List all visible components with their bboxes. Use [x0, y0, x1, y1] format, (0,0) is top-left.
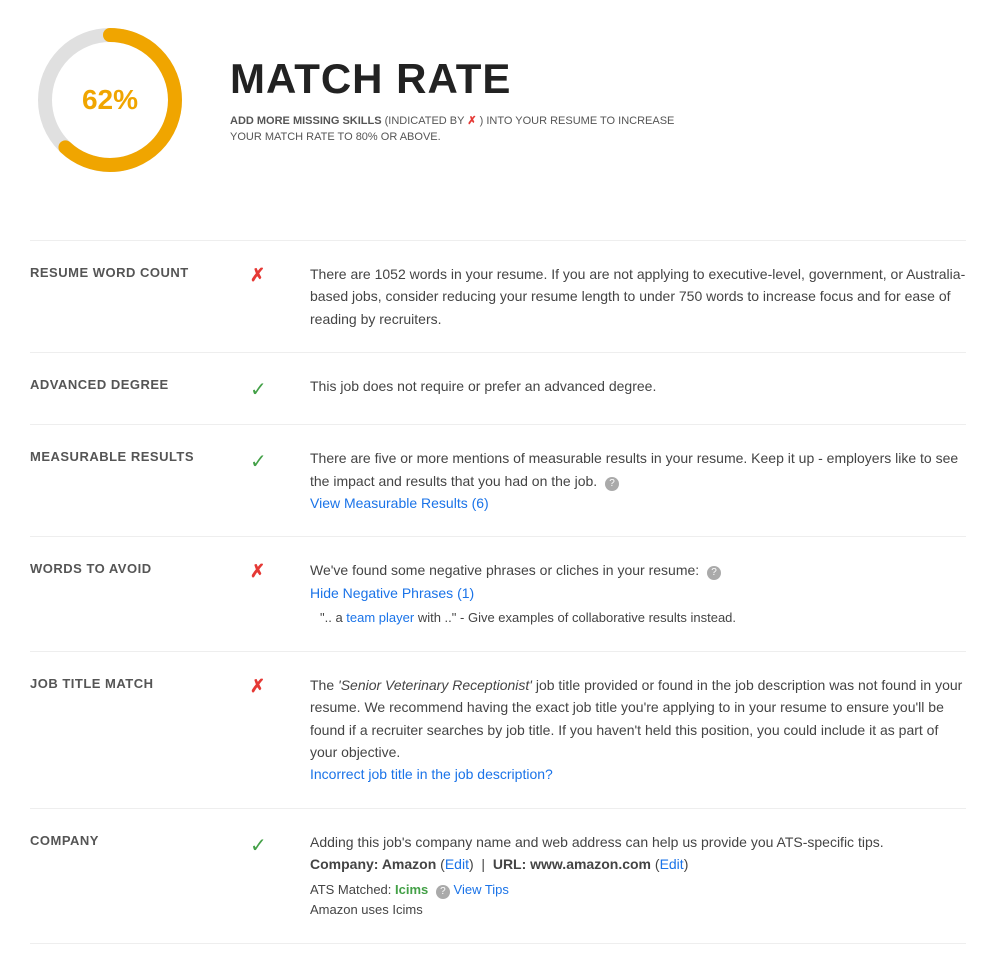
- content-advanced-degree: This job does not require or prefer an a…: [310, 375, 966, 397]
- row-measurable-results: MEASURABLE RESULTS ✓ There are five or m…: [30, 425, 966, 537]
- content-words-to-avoid: We've found some negative phrases or cli…: [310, 559, 966, 629]
- edit-company-link[interactable]: Edit: [445, 856, 469, 872]
- donut-chart: 62%: [30, 20, 190, 180]
- incorrect-job-title-link[interactable]: Incorrect job title in the job descripti…: [310, 766, 553, 782]
- label-job-title-match: JOB TITLE MATCH: [30, 674, 250, 691]
- ats-uses-text: Amazon uses Icims: [310, 902, 423, 917]
- view-tips-link[interactable]: View Tips: [454, 882, 509, 897]
- label-advanced-degree: ADVANCED DEGREE: [30, 375, 250, 392]
- pass-icon: ✓: [250, 377, 267, 402]
- icon-advanced-degree: ✓: [250, 375, 310, 402]
- row-company: COMPANY ✓ Adding this job's company name…: [30, 809, 966, 944]
- row-resume-word-count: RESUME WORD COUNT ✗ There are 1052 words…: [30, 241, 966, 353]
- match-percentage: 62%: [82, 84, 138, 116]
- ats-line: ATS Matched: Icims ? View Tips Amazon us…: [310, 880, 966, 922]
- negative-phrase-text: ".. a team player with .." - Give exampl…: [310, 608, 966, 629]
- fail-icon: ✗: [250, 561, 265, 582]
- row-advanced-degree: ADVANCED DEGREE ✓ This job does not requ…: [30, 353, 966, 425]
- team-player-link[interactable]: team player: [346, 610, 414, 625]
- info-icon-words[interactable]: ?: [707, 566, 721, 580]
- icon-resume-word-count: ✗: [250, 263, 310, 286]
- content-resume-word-count: There are 1052 words in your resume. If …: [310, 263, 966, 330]
- fail-icon: ✗: [250, 265, 265, 286]
- label-measurable-results: MEASURABLE RESULTS: [30, 447, 250, 464]
- icon-measurable-results: ✓: [250, 447, 310, 474]
- match-rate-title: MATCH RATE: [230, 55, 690, 103]
- pass-icon: ✓: [250, 833, 267, 858]
- view-measurable-results-link[interactable]: View Measurable Results (6): [310, 495, 489, 511]
- info-icon-ats[interactable]: ?: [436, 885, 450, 899]
- match-rate-text: MATCH RATE ADD MORE MISSING SKILLS (INDI…: [230, 55, 690, 146]
- info-icon-measurable[interactable]: ?: [605, 477, 619, 491]
- rows-section: RESUME WORD COUNT ✗ There are 1052 words…: [30, 240, 966, 944]
- label-resume-word-count: RESUME WORD COUNT: [30, 263, 250, 280]
- header-section: 62% MATCH RATE ADD MORE MISSING SKILLS (…: [30, 20, 966, 200]
- edit-url-link[interactable]: Edit: [660, 856, 684, 872]
- row-job-title-match: JOB TITLE MATCH ✗ The 'Senior Veterinary…: [30, 652, 966, 809]
- company-label: Company: Amazon: [310, 856, 436, 872]
- pass-icon: ✓: [250, 449, 267, 474]
- subtitle-mid: (INDICATED BY: [382, 115, 468, 127]
- content-job-title-match: The 'Senior Veterinary Receptionist' job…: [310, 674, 966, 786]
- subtitle-bold: ADD MORE MISSING SKILLS: [230, 115, 382, 127]
- hide-negative-phrases-link[interactable]: Hide Negative Phrases (1): [310, 585, 474, 601]
- icon-company: ✓: [250, 831, 310, 858]
- content-measurable-results: There are five or more mentions of measu…: [310, 447, 966, 514]
- match-rate-subtitle: ADD MORE MISSING SKILLS (INDICATED BY ✗ …: [230, 113, 690, 146]
- row-words-to-avoid: WORDS TO AVOID ✗ We've found some negati…: [30, 537, 966, 652]
- label-words-to-avoid: WORDS TO AVOID: [30, 559, 250, 576]
- url-label: URL: www.amazon.com: [493, 856, 651, 872]
- subtitle-x: ✗: [467, 115, 476, 127]
- ats-name: Icims: [395, 882, 428, 897]
- content-company: Adding this job's company name and web a…: [310, 831, 966, 921]
- icon-job-title-match: ✗: [250, 674, 310, 697]
- icon-words-to-avoid: ✗: [250, 559, 310, 582]
- fail-icon: ✗: [250, 676, 265, 697]
- label-company: COMPANY: [30, 831, 250, 848]
